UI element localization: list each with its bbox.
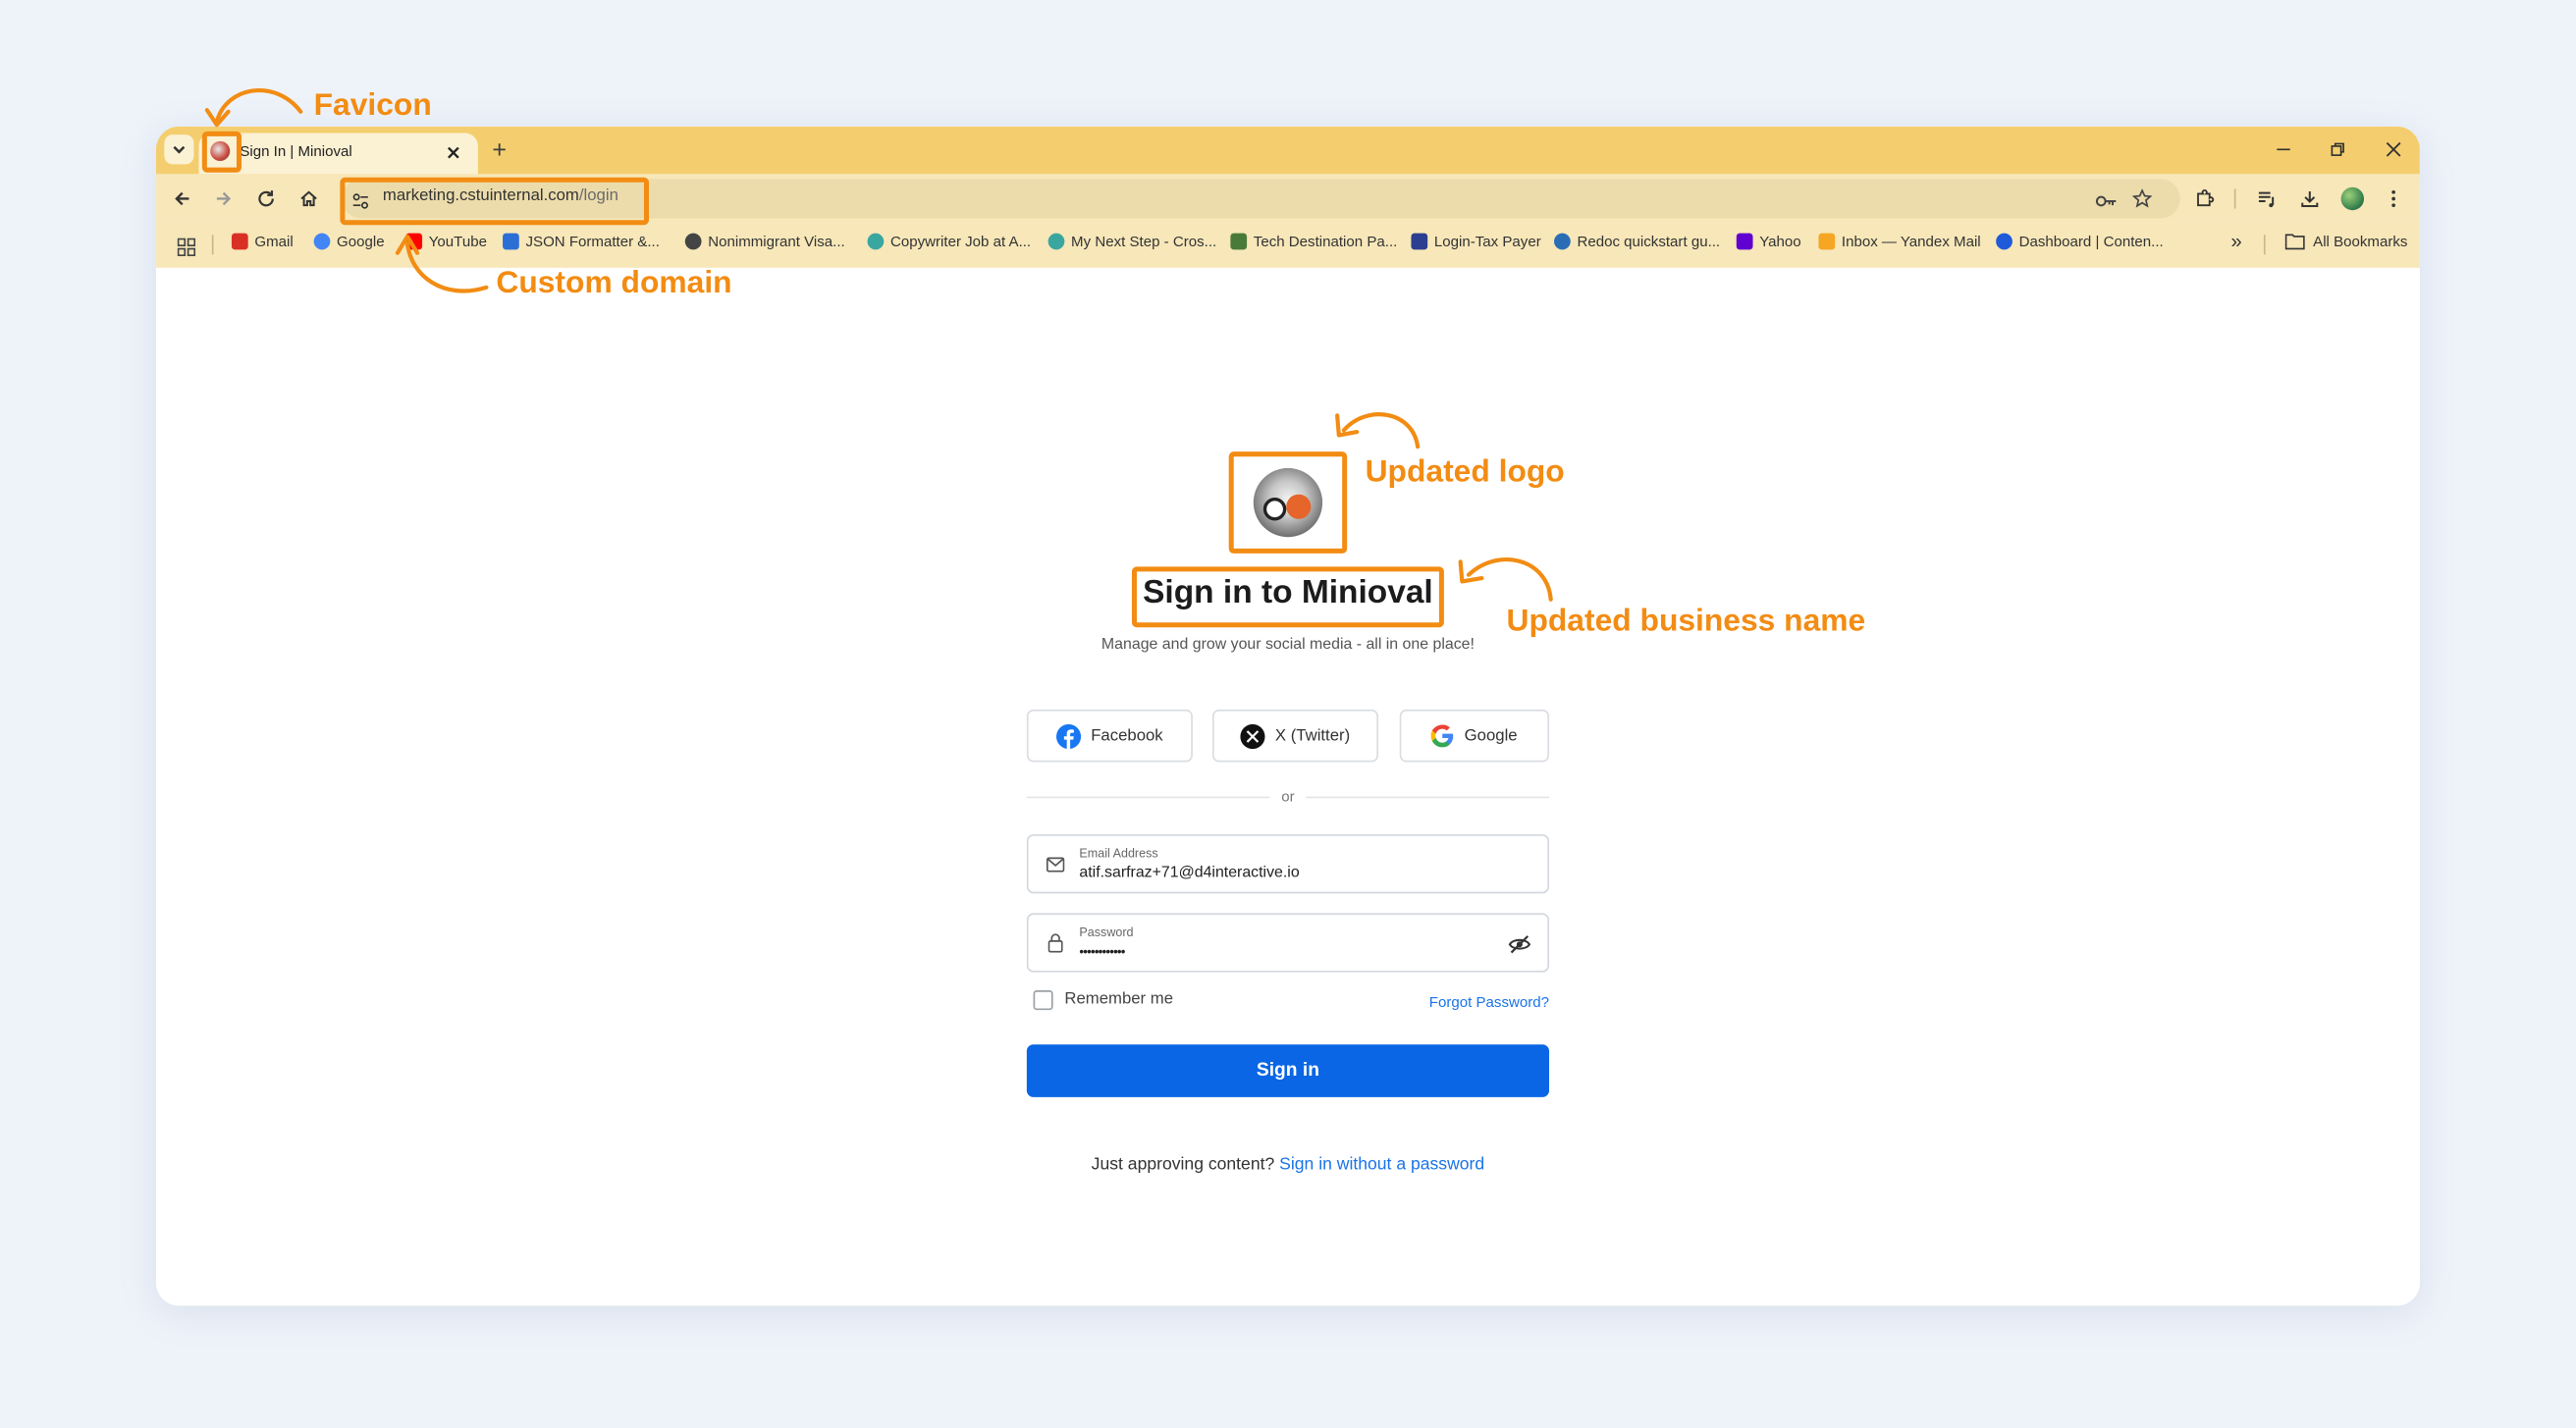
updated-business-name-annotation: Updated business name (1506, 604, 1866, 639)
annotation-arrows (204, 88, 1553, 602)
custom-domain-annotation: Custom domain (496, 266, 732, 301)
custom-domain-arrow (404, 240, 489, 293)
favicon-arrow (214, 88, 303, 124)
screenshot-stage: Sign In | Minioval + marketing.cstuinter… (0, 0, 2576, 1427)
updated-logo-annotation: Updated logo (1365, 454, 1565, 490)
favicon-annotation: Favicon (313, 88, 432, 124)
